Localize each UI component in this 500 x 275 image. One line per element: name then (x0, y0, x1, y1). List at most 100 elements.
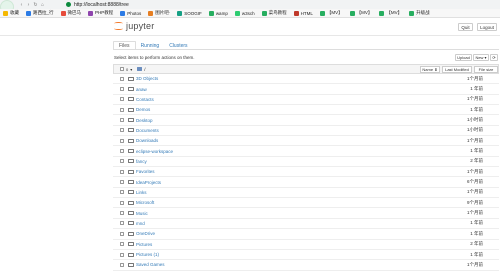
file-row[interactable]: Links 1个月前 (113, 188, 499, 199)
bookmark-item[interactable]: 菜鸟教程 (261, 10, 287, 16)
file-row[interactable]: Music 1个月前 (113, 208, 499, 219)
file-row[interactable]: Desktop 1小时前 (113, 115, 499, 126)
row-checkbox[interactable] (120, 149, 124, 154)
bookmark-icon (208, 10, 214, 16)
bookmark-item[interactable]: PHP教程 (88, 10, 113, 16)
bookmark-item[interactable]: 收藏 (3, 10, 19, 16)
row-checkbox[interactable] (120, 190, 124, 195)
bookmark-item[interactable]: 微巴马 (60, 10, 81, 16)
row-checkbox[interactable] (120, 231, 124, 236)
bookmark-item[interactable]: Photos (120, 10, 141, 16)
file-name-link[interactable]: Desktop (136, 118, 153, 123)
file-row[interactable]: Demos 1 年前 (113, 105, 499, 116)
folder-icon (128, 190, 134, 195)
file-row[interactable]: eclipse-workspace 1 年前 (113, 146, 499, 157)
file-name-link[interactable]: OneDrive (136, 231, 155, 236)
bookmark-item[interactable]: HTML (293, 10, 313, 16)
bookmark-item[interactable]: w3sch (234, 10, 255, 16)
file-name-link[interactable]: Saved Games (136, 262, 165, 267)
file-name-link[interactable]: IdeaProjects (136, 180, 161, 185)
row-checkbox[interactable] (120, 138, 124, 143)
file-row[interactable]: 3D Objects 1个月前 (113, 74, 499, 85)
bookmark-item[interactable]: 【MV】 (349, 10, 372, 16)
file-row[interactable]: fancy 2 年前 (113, 157, 499, 168)
file-modified: 1个月前 (466, 168, 483, 174)
bookmark-label: 图片吧· (155, 10, 171, 15)
folder-home-icon[interactable] (137, 67, 143, 71)
row-checkbox[interactable] (120, 252, 124, 257)
file-name-link[interactable]: Favorites (136, 169, 155, 174)
row-checkbox[interactable] (120, 180, 124, 185)
refresh-icon[interactable]: ⟳ (490, 54, 498, 61)
address-bar[interactable]: http://localhost:8888/tree (66, 1, 129, 8)
select-all-checkbox[interactable] (120, 67, 124, 71)
file-row[interactable]: Pictures (1) 1 年前 (113, 250, 499, 261)
row-checkbox[interactable] (120, 107, 124, 112)
bookmark-icon (148, 10, 154, 16)
file-name-link[interactable]: Contacts (136, 97, 154, 102)
jupyter-logo[interactable]: jupyter (114, 21, 154, 31)
file-row[interactable]: Microsoft 9个月前 (113, 198, 499, 209)
file-row[interactable]: Favorites 1个月前 (113, 167, 499, 178)
quit-button[interactable]: Quit (458, 23, 473, 31)
upload-button[interactable]: Upload (455, 54, 472, 61)
bookmark-item[interactable]: 图片吧· (148, 10, 170, 16)
file-name-link[interactable]: fancy (136, 159, 147, 164)
file-name-link[interactable]: Documents (136, 128, 159, 133)
file-row[interactable]: Saved Games 1个月前 (113, 260, 499, 271)
file-row[interactable]: IdeaProjects 6个月前 (113, 177, 499, 188)
row-checkbox[interactable] (120, 242, 124, 247)
file-name-link[interactable]: Demos (136, 107, 150, 112)
home-icon[interactable]: ⌂ (39, 1, 46, 8)
new-dropdown-button[interactable]: New ▾ (473, 54, 489, 61)
row-checkbox[interactable] (120, 262, 124, 267)
sort-modified-button[interactable]: Last Modified (442, 66, 472, 73)
logout-button[interactable]: Logout (477, 23, 497, 31)
row-checkbox[interactable] (120, 97, 124, 102)
sort-name-button[interactable]: Name ⬇ (420, 66, 440, 73)
file-name-link[interactable]: Pictures (1) (136, 252, 159, 257)
reload-icon[interactable]: ↻ (32, 1, 39, 8)
file-name-link[interactable]: Downloads (136, 138, 158, 143)
file-row[interactable]: mnd 1 年前 (113, 219, 499, 230)
row-checkbox[interactable] (120, 128, 124, 133)
file-row[interactable]: OneDrive 1 年前 (113, 229, 499, 240)
row-checkbox[interactable] (120, 87, 124, 92)
file-name-link[interactable]: Microsoft (136, 200, 154, 205)
file-row[interactable]: Pictures 2 年前 (113, 240, 499, 250)
bookmark-icon (349, 10, 355, 16)
file-row[interactable]: anaw 1 年前 (113, 84, 499, 95)
row-checkbox[interactable] (120, 200, 124, 205)
row-checkbox[interactable] (120, 159, 124, 164)
file-name-link[interactable]: 3D Objects (136, 76, 158, 81)
row-checkbox[interactable] (120, 221, 124, 226)
file-name-link[interactable]: mnd (136, 221, 145, 226)
bookmark-icon (88, 10, 94, 16)
file-row[interactable]: Contacts 1个月前 (113, 95, 499, 106)
row-checkbox[interactable] (120, 211, 124, 216)
sort-size-button[interactable]: File size (474, 66, 498, 73)
bookmark-item[interactable]: 升级战 (409, 10, 430, 16)
row-checkbox[interactable] (120, 76, 124, 81)
row-checkbox[interactable] (120, 169, 124, 174)
breadcrumb[interactable]: / (144, 67, 145, 72)
file-row[interactable]: Downloads 1个月前 (113, 136, 499, 147)
bookmark-item[interactable]: wamp (208, 10, 228, 16)
forward-icon[interactable]: › (25, 1, 32, 8)
file-name-link[interactable]: eclipse-workspace (136, 149, 173, 154)
bookmark-item[interactable]: 【MV】 (319, 10, 343, 16)
file-name-link[interactable]: Music (136, 211, 148, 216)
select-dropdown-icon[interactable]: ▾ (130, 67, 132, 72)
file-name-link[interactable]: Links (136, 190, 147, 195)
back-icon[interactable]: ‹ (18, 1, 25, 8)
file-row[interactable]: Documents 1小时前 (113, 126, 499, 137)
bookmark-item[interactable]: SOOGIF (177, 10, 202, 16)
row-checkbox[interactable] (120, 118, 124, 123)
file-name-link[interactable]: Pictures (136, 242, 152, 247)
file-modified: 6个月前 (466, 179, 483, 185)
tabs-divider (113, 49, 499, 50)
bookmark-icon (120, 10, 126, 16)
bookmark-item[interactable]: 【MV】 (379, 10, 402, 16)
file-name-link[interactable]: anaw (136, 87, 147, 92)
bookmark-item[interactable]: 路西拉_行 (26, 10, 54, 16)
